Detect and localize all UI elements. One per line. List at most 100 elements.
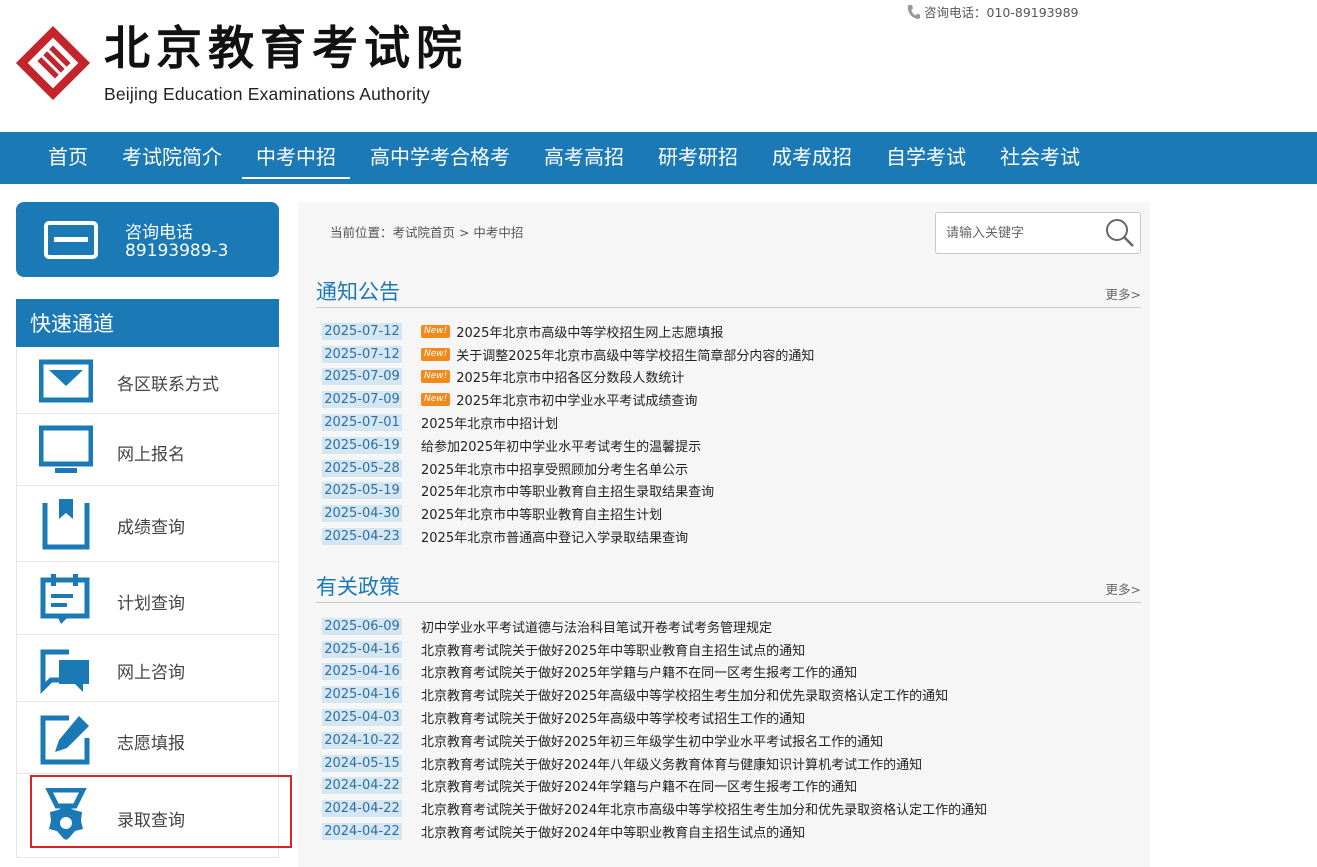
logo-icon[interactable] xyxy=(14,24,92,102)
policy-list: 2025-06-09 初中学业水平考试道德与法治科目笔试开卷考试考务管理规定 202… xyxy=(322,615,987,843)
list-item[interactable]: 2025-06-19 给参加2025年初中学业水平考试考生的温馨提示 xyxy=(322,434,814,457)
nav-item-zixue[interactable]: 自学考试 xyxy=(870,132,982,184)
news-link[interactable]: 2025年北京市初中学业水平考试成绩查询 xyxy=(456,390,697,409)
date-badge: 2025-07-09 xyxy=(322,391,402,409)
list-item[interactable]: 2025-07-01 2025年北京市中招计划 xyxy=(322,411,814,434)
news-link[interactable]: 2025年北京市中等职业教育自主招生计划 xyxy=(421,504,662,523)
quick-item-online-consult[interactable]: 网上咨询 xyxy=(17,635,278,702)
date-badge: 2024-04-22 xyxy=(322,777,402,795)
breadcrumb: 当前位置：考试院首页 > 中考中招 xyxy=(330,225,524,240)
date-badge: 2025-07-01 xyxy=(322,414,402,432)
news-link[interactable]: 北京教育考试院关于做好2025年学籍与户籍不在同一区考生报考工作的通知 xyxy=(421,662,857,681)
list-item[interactable]: 2025-04-03 北京教育考试院关于做好2025年高级中等学校考试招生工作的通… xyxy=(322,706,987,729)
new-badge: New! xyxy=(421,370,451,384)
nav-item-yankao[interactable]: 研考研招 xyxy=(642,132,754,184)
nav-item-gaokao[interactable]: 高考高招 xyxy=(528,132,640,184)
news-link[interactable]: 北京教育考试院关于做好2024年八年级义务教育体育与健康知识计算机考试工作的通知 xyxy=(421,754,922,773)
consult-title: 咨询电话 xyxy=(125,223,193,243)
nav-item-home[interactable]: 首页 xyxy=(32,132,104,184)
notice-more-link[interactable]: 更多> xyxy=(1106,284,1141,303)
list-item[interactable]: 2025-04-16 北京教育考试院关于做好2025年学籍与户籍不在同一区考生报考… xyxy=(322,661,987,684)
nav-item-chengkao[interactable]: 成考成招 xyxy=(756,132,868,184)
list-item[interactable]: 2025-04-16 北京教育考试院关于做好2025年中等职业教育自主招生试点的通… xyxy=(322,638,987,661)
logo-title-cn[interactable]: 北京教育考试院 xyxy=(104,22,468,74)
list-item[interactable]: 2025-04-23 2025年北京市普通高中登记入学录取结果查询 xyxy=(322,525,814,548)
date-badge: 2025-04-16 xyxy=(322,663,402,681)
site-header: 北京教育考试院 Beijing Education Examinations A… xyxy=(0,0,1317,132)
news-link[interactable]: 2025年北京市中等职业教育自主招生录取结果查询 xyxy=(421,481,714,500)
list-item[interactable]: 2025-07-09 New! 2025年北京市初中学业水平考试成绩查询 xyxy=(322,388,814,411)
nav-item-zhongkao[interactable]: 中考中招 xyxy=(240,132,352,184)
nav-item-shehui[interactable]: 社会考试 xyxy=(984,132,1096,184)
chat-icon xyxy=(40,649,89,695)
news-link[interactable]: 关于调整2025年北京市高级中等学校招生简章部分内容的通知 xyxy=(456,345,814,364)
policy-more-link[interactable]: 更多> xyxy=(1106,579,1141,598)
quick-channel-heading: 快速通道 xyxy=(16,299,279,347)
new-badge: New! xyxy=(421,324,451,338)
date-badge: 2025-05-28 xyxy=(322,459,402,477)
news-link[interactable]: 北京教育考试院关于做好2024年北京市高级中等学校招生考生加分和优先录取资格认定… xyxy=(421,799,987,818)
news-link[interactable]: 北京教育考试院关于做好2025年高级中等学校招生考生加分和优先录取资格认定工作的… xyxy=(421,685,948,704)
consult-number: 89193989-3 xyxy=(125,241,229,261)
notice-section-header: 通知公告 更多> xyxy=(316,276,1141,308)
news-link[interactable]: 初中学业水平考试道德与法治科目笔试开卷考试考务管理规定 xyxy=(421,617,772,636)
date-badge: 2025-04-16 xyxy=(322,640,402,658)
date-badge: 2024-05-15 xyxy=(322,754,402,772)
consult-phone-box[interactable]: 咨询电话 89193989-3 xyxy=(16,202,279,277)
list-item[interactable]: 2025-04-30 2025年北京市中等职业教育自主招生计划 xyxy=(322,502,814,525)
search-button[interactable] xyxy=(1104,218,1136,248)
logo-title-en[interactable]: Beijing Education Examinations Authority xyxy=(104,84,430,105)
news-link[interactable]: 2025年北京市普通高中登记入学录取结果查询 xyxy=(421,527,688,546)
search-icon xyxy=(1106,219,1134,247)
list-item[interactable]: 2025-04-16 北京教育考试院关于做好2025年高级中等学校招生考生加分和优… xyxy=(322,683,987,706)
news-link[interactable]: 给参加2025年初中学业水平考试考生的温馨提示 xyxy=(421,436,701,455)
list-item[interactable]: 2024-04-22 北京教育考试院关于做好2024年学籍与户籍不在同一区考生报考… xyxy=(322,775,987,798)
quick-item-plan-query[interactable]: 计划查询 xyxy=(17,562,278,635)
news-link[interactable]: 北京教育考试院关于做好2024年中等职业教育自主招生试点的通知 xyxy=(421,822,805,841)
news-link[interactable]: 2025年北京市高级中等学校招生网上志愿填报 xyxy=(456,322,723,341)
card-icon xyxy=(44,221,98,259)
quick-item-online-registration[interactable]: 网上报名 xyxy=(17,414,278,486)
news-link[interactable]: 2025年北京市中招享受照顾加分考生名单公示 xyxy=(421,459,688,478)
quick-item-district-contacts[interactable]: 各区联系方式 xyxy=(17,347,278,414)
date-badge: 2024-04-22 xyxy=(322,800,402,818)
news-link[interactable]: 2025年北京市中招计划 xyxy=(421,413,558,432)
news-link[interactable]: 北京教育考试院关于做好2025年初三年级学生初中学业水平考试报名工作的通知 xyxy=(421,731,883,750)
news-link[interactable]: 北京教育考试院关于做好2025年中等职业教育自主招生试点的通知 xyxy=(421,640,805,659)
list-item[interactable]: 2024-05-15 北京教育考试院关于做好2024年八年级义务教育体育与健康知识… xyxy=(322,752,987,775)
quick-item-label: 各区联系方式 xyxy=(117,375,219,395)
list-item[interactable]: 2024-10-22 北京教育考试院关于做好2025年初三年级学生初中学业水平考试… xyxy=(322,729,987,752)
quick-item-label: 网上报名 xyxy=(117,445,185,465)
quick-item-score-query[interactable]: 成绩查询 xyxy=(17,486,278,562)
list-item[interactable]: 2024-04-22 北京教育考试院关于做好2024年中等职业教育自主招生试点的通… xyxy=(322,820,987,843)
list-item[interactable]: 2025-05-19 2025年北京市中等职业教育自主招生录取结果查询 xyxy=(322,480,814,503)
list-item[interactable]: 2024-04-22 北京教育考试院关于做好2024年北京市高级中等学校招生考生加… xyxy=(322,797,987,820)
list-item[interactable]: 2025-06-09 初中学业水平考试道德与法治科目笔试开卷考试考务管理规定 xyxy=(322,615,987,638)
header-hotline: 咨询电话：010-89193989 xyxy=(906,2,1079,21)
date-badge: 2025-06-09 xyxy=(322,617,402,635)
search-input[interactable] xyxy=(936,213,1102,253)
nav-item-about[interactable]: 考试院简介 xyxy=(106,132,238,184)
policy-section-title: 有关政策 xyxy=(316,575,400,599)
list-item[interactable]: 2025-07-09 New! 2025年北京市中招各区分数段人数统计 xyxy=(322,366,814,389)
date-badge: 2025-07-09 xyxy=(322,368,402,386)
list-item[interactable]: 2025-07-12 New! 关于调整2025年北京市高级中等学校招生简章部分内容… xyxy=(322,343,814,366)
main-nav: 首页 考试院简介 中考中招 高中学考合格考 高考高招 研考研招 成考成招 自学考… xyxy=(0,132,1317,184)
phone-icon xyxy=(907,4,920,19)
nav-list: 首页 考试院简介 中考中招 高中学考合格考 高考高招 研考研招 成考成招 自学考… xyxy=(32,132,1098,184)
hotline-text: 咨询电话：010-89193989 xyxy=(924,5,1079,20)
list-item[interactable]: 2025-05-28 2025年北京市中招享受照顾加分考生名单公示 xyxy=(322,457,814,480)
news-link[interactable]: 北京教育考试院关于做好2025年高级中等学校考试招生工作的通知 xyxy=(421,708,805,727)
nav-item-xuekao[interactable]: 高中学考合格考 xyxy=(354,132,526,184)
news-link[interactable]: 北京教育考试院关于做好2024年学籍与户籍不在同一区考生报考工作的通知 xyxy=(421,776,857,795)
list-item[interactable]: 2025-07-12 New! 2025年北京市高级中等学校招生网上志愿填报 xyxy=(322,320,814,343)
quick-item-label: 成绩查询 xyxy=(117,518,185,538)
notice-section-title: 通知公告 xyxy=(316,280,400,304)
new-badge: New! xyxy=(421,347,451,361)
date-badge: 2025-04-16 xyxy=(322,686,402,704)
quick-item-label: 网上咨询 xyxy=(117,663,185,683)
bookmark-icon xyxy=(42,499,90,550)
quick-item-volunteer-fill[interactable]: 志愿填报 xyxy=(17,702,278,774)
news-link[interactable]: 2025年北京市中招各区分数段人数统计 xyxy=(456,367,684,386)
date-badge: 2025-04-30 xyxy=(322,505,402,523)
